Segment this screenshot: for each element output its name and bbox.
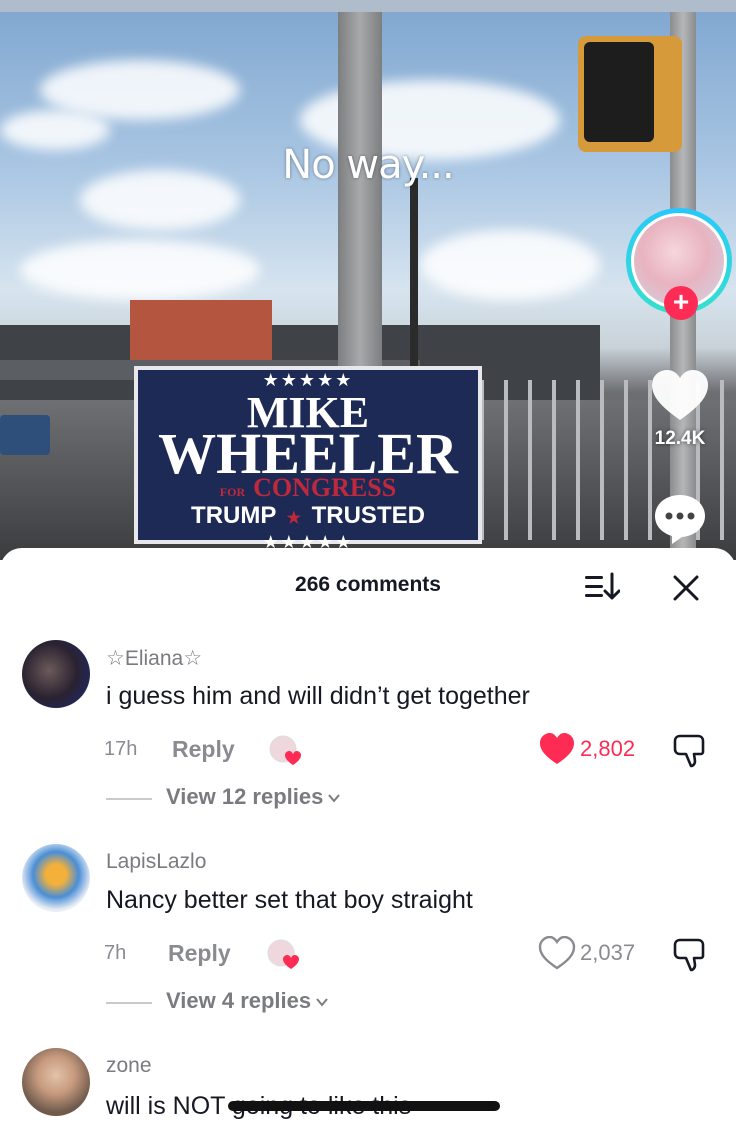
comment-heart-outline-icon[interactable] [538,936,576,970]
comment-like-count: 2,037 [580,940,636,965]
sign-for: FOR [219,485,246,499]
chevron-down-icon [316,998,328,1007]
comment-text: i guess him and will didn’t get together [106,682,530,710]
replies-divider [106,798,152,800]
status-bar-strip [0,0,736,12]
comments-count-title: 266 comments [295,573,441,596]
comment-time: 17h [104,738,138,760]
redaction-bar [228,1101,500,1111]
comment-like-count: 2,802 [580,736,636,761]
sign-office: CONGRESS [253,473,397,502]
cloud [420,230,600,300]
comment-time: 7h [104,942,127,964]
replies-divider [106,1002,152,1004]
truck [0,415,50,455]
sign-slogan: TRUMP ★ TRUSTED [138,503,478,532]
video-player[interactable]: No way... ★★★★★ MIKE WHEELER FOR CONGRES… [0,0,736,560]
campaign-sign: ★★★★★ MIKE WHEELER FOR CONGRESS TRUMP ★ … [134,366,482,553]
view-replies-button[interactable]: View 12 replies [166,784,341,810]
view-replies-label: View 12 replies [166,784,324,809]
sign-last-name: WHEELER [158,421,458,486]
comment-username[interactable]: ☆Eliana☆ [106,646,202,671]
comment-text: Nancy better set that boy straight [106,886,473,914]
video-like-count: 12.4K [654,428,706,449]
chevron-down-icon [328,794,341,803]
light-pole [410,178,418,368]
avatar[interactable] [22,1048,90,1116]
sign-slogan-right: TRUSTED [311,502,425,529]
sort-icon[interactable] [584,572,620,602]
creator-liked-icon [269,735,301,765]
reply-button[interactable]: Reply [168,940,231,967]
avatar[interactable] [22,640,90,708]
view-replies-button[interactable]: View 4 replies [166,988,329,1014]
reply-button[interactable]: Reply [172,736,235,763]
building-brick [130,300,272,362]
pedestrian-signal [578,36,682,152]
utility-pole [338,12,382,372]
sign-slogan-sep: ★ [286,510,301,527]
dislike-icon[interactable] [672,936,710,972]
comment-bubble-icon[interactable] [652,492,708,546]
avatar[interactable] [22,844,90,912]
comment-heart-icon[interactable] [538,732,576,766]
view-replies-label: View 4 replies [166,988,312,1013]
close-icon[interactable] [670,572,702,604]
video-caption: No way... [282,142,454,188]
creator-liked-icon [267,939,299,969]
comments-sheet: 266 comments [0,548,736,1127]
heart-icon[interactable] [650,368,710,424]
follow-button[interactable]: + [664,286,698,320]
comment-username[interactable]: LapisLazlo [106,850,206,874]
sign-slogan-left: TRUMP [191,502,276,529]
cloud [20,240,260,300]
dislike-icon[interactable] [672,732,710,768]
comment-username[interactable]: zone [106,1054,152,1078]
